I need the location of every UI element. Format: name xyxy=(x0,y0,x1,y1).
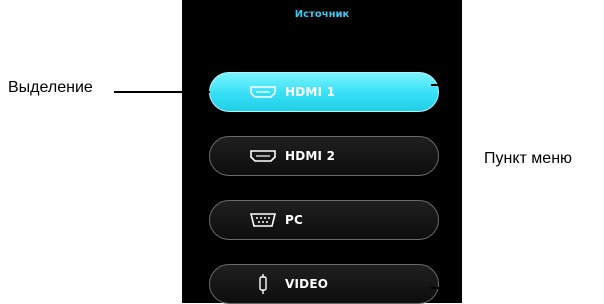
source-item-label: HDMI 2 xyxy=(285,149,336,163)
source-item-hdmi-2[interactable]: HDMI 2 xyxy=(209,136,439,176)
menu-item-callout-line xyxy=(440,157,461,159)
source-item-video[interactable]: VIDEO xyxy=(209,264,439,304)
menu-title: Источник xyxy=(294,9,350,20)
highlight-callout-line xyxy=(114,91,210,93)
menu-item-callout-label: Пункт меню xyxy=(484,150,573,167)
source-item-label: VIDEO xyxy=(285,277,329,291)
bracket-bottom-tick xyxy=(431,287,461,289)
bracket-top-tick xyxy=(431,84,461,86)
composite-connector-icon xyxy=(259,274,267,294)
source-item-pc[interactable]: PC xyxy=(209,200,439,240)
vga-connector-icon xyxy=(249,213,277,227)
highlight-callout-label: Выделение xyxy=(8,79,93,96)
source-item-hdmi-1[interactable]: HDMI 1 xyxy=(209,72,439,112)
hdmi-icon xyxy=(250,86,276,98)
source-item-label: PC xyxy=(285,213,304,227)
hdmi-icon xyxy=(250,150,276,162)
source-item-label: HDMI 1 xyxy=(285,85,336,99)
bracket-vertical xyxy=(459,84,461,289)
